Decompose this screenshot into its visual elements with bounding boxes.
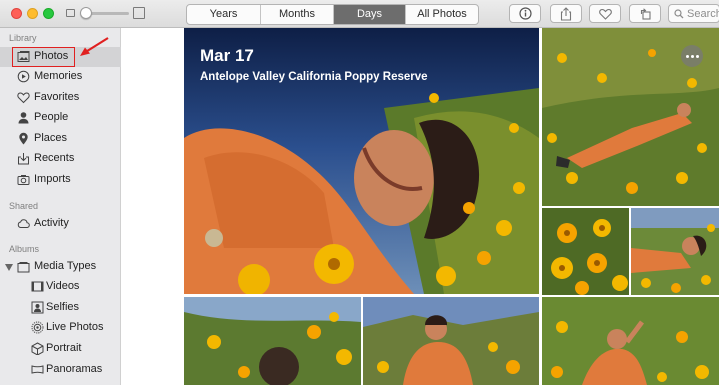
view-segmented-control: Years Months Days All Photos bbox=[186, 4, 479, 25]
sidebar-item-panoramas[interactable]: Panoramas bbox=[0, 360, 121, 380]
camera-icon bbox=[17, 175, 30, 185]
sidebar-item-imports[interactable]: Imports bbox=[0, 170, 121, 190]
disclosure-triangle-icon[interactable] bbox=[5, 264, 13, 271]
sidebar-item-activity[interactable]: Activity bbox=[0, 214, 121, 234]
pin-icon bbox=[19, 132, 28, 145]
sidebar-item-selfies[interactable]: Selfies bbox=[0, 298, 121, 318]
close-window-button[interactable] bbox=[11, 8, 22, 19]
sidebar-item-label: Media Types bbox=[34, 260, 97, 272]
section-albums: Albums bbox=[9, 244, 40, 254]
sidebar-item-label: Favorites bbox=[34, 91, 80, 103]
rotate-button[interactable] bbox=[629, 4, 661, 23]
sidebar-item-label: Memories bbox=[34, 70, 83, 82]
memories-icon bbox=[17, 70, 30, 83]
tab-all-photos[interactable]: All Photos bbox=[406, 5, 478, 24]
more-options-button[interactable] bbox=[681, 45, 703, 67]
search-field[interactable]: Search bbox=[668, 4, 719, 23]
sidebar-item-label: Activity bbox=[34, 217, 69, 229]
photo-image bbox=[184, 28, 539, 294]
photo-thumbnail[interactable] bbox=[631, 208, 719, 295]
panorama-icon bbox=[31, 365, 44, 374]
search-placeholder: Search bbox=[687, 8, 719, 20]
selfie-icon bbox=[31, 301, 44, 314]
photo-image bbox=[542, 208, 629, 295]
toolbar: Years Months Days All Photos Search bbox=[0, 0, 719, 28]
sidebar-item-people[interactable]: People bbox=[0, 108, 121, 128]
rotate-icon bbox=[640, 8, 651, 20]
photo-image bbox=[363, 297, 539, 385]
favorite-button[interactable] bbox=[589, 4, 621, 23]
sidebar-item-label: Imports bbox=[34, 173, 71, 185]
photo-thumbnail[interactable] bbox=[363, 297, 539, 385]
hero-date-title: Mar 17 bbox=[200, 46, 254, 65]
section-library: Library bbox=[9, 33, 37, 43]
video-icon bbox=[31, 281, 44, 292]
photo-thumbnail[interactable] bbox=[542, 297, 719, 385]
hero-location-title[interactable]: Antelope Valley California Poppy Reserve bbox=[200, 71, 428, 83]
zoom-window-button[interactable] bbox=[43, 8, 54, 19]
sidebar-item-label: Live Photos bbox=[46, 321, 104, 333]
annotation-arrow-icon bbox=[80, 37, 109, 56]
sidebar-item-label: Selfies bbox=[46, 301, 80, 313]
sidebar-item-places[interactable]: Places bbox=[0, 129, 121, 149]
info-button[interactable] bbox=[509, 4, 541, 23]
zoom-slider-knob[interactable] bbox=[80, 7, 92, 19]
tab-years[interactable]: Years bbox=[187, 5, 261, 24]
highlight-box bbox=[12, 47, 75, 67]
minimize-window-button[interactable] bbox=[27, 8, 38, 19]
sidebar-item-live-photos[interactable]: Live Photos bbox=[0, 318, 121, 338]
photo-thumbnail[interactable] bbox=[542, 208, 629, 295]
sidebar-item-label: Videos bbox=[46, 280, 80, 292]
sidebar-item-media-types[interactable]: Media Types bbox=[0, 257, 121, 277]
cloud-icon bbox=[17, 219, 30, 228]
sidebar-item-favorites[interactable]: Favorites bbox=[0, 88, 121, 108]
heart-icon bbox=[598, 8, 612, 20]
heart-icon bbox=[17, 92, 30, 104]
sidebar-item-label: Recents bbox=[34, 152, 75, 164]
share-button[interactable] bbox=[550, 4, 582, 23]
live-icon bbox=[31, 321, 44, 334]
photo-image bbox=[542, 297, 719, 385]
share-icon bbox=[560, 6, 572, 21]
sidebar-item-label: Places bbox=[34, 132, 68, 144]
photo-image bbox=[631, 208, 719, 295]
sidebar-item-label: Panoramas bbox=[46, 363, 103, 375]
sidebar-item-label: Portrait bbox=[46, 342, 82, 354]
tab-months[interactable]: Months bbox=[261, 5, 334, 24]
stack-icon bbox=[17, 262, 30, 273]
photo-thumbnail[interactable] bbox=[184, 297, 361, 385]
person-icon bbox=[18, 112, 29, 124]
cube-icon bbox=[31, 342, 44, 355]
download-icon bbox=[18, 153, 29, 165]
sidebar-item-recents[interactable]: Recents bbox=[0, 149, 121, 169]
small-thumbnail-icon bbox=[66, 9, 75, 17]
sidebar-item-portrait[interactable]: Portrait bbox=[0, 339, 121, 359]
photo-hero[interactable] bbox=[184, 28, 539, 294]
info-icon bbox=[518, 7, 532, 20]
large-thumbnail-icon bbox=[133, 7, 145, 19]
sidebar-item-videos[interactable]: Videos bbox=[0, 277, 121, 297]
sidebar-item-memories[interactable]: Memories bbox=[0, 67, 121, 87]
section-shared: Shared bbox=[9, 201, 39, 211]
sidebar-item-label: People bbox=[34, 111, 69, 123]
photo-image bbox=[184, 297, 361, 385]
tab-days[interactable]: Days bbox=[334, 5, 406, 24]
search-icon bbox=[674, 9, 684, 19]
